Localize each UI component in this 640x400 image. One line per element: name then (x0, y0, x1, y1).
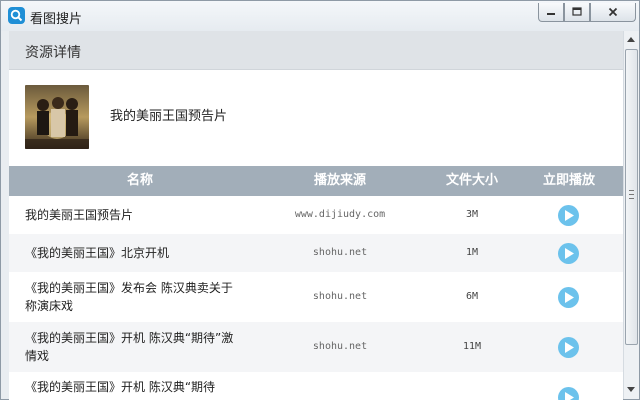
table-row[interactable]: 《我的美丽王国》发布会 陈汉典卖关于称演床戏 shohu.net 6M (9, 272, 623, 322)
row-source: shohu.net (312, 247, 368, 258)
row-name: 我的美丽王国预告片 (25, 208, 134, 222)
movie-poster-image[interactable] (25, 85, 89, 149)
row-source: www.dijiudy.com (294, 209, 386, 220)
table-row[interactable]: 《我的美丽王国》开机 陈汉典“期待”激情戏 shohu.net 11M (9, 322, 623, 372)
table-header: 名称 播放来源 文件大小 立即播放 (9, 166, 623, 196)
row-name: 《我的美丽王国》开机 陈汉典“期待 (25, 380, 216, 394)
column-header-play: 立即播放 (542, 173, 595, 188)
play-icon (565, 292, 574, 303)
minimize-icon (547, 13, 555, 15)
row-name: 《我的美丽王国》北京开机 (25, 246, 170, 260)
close-button[interactable] (590, 3, 636, 22)
row-source: shohu.net (312, 341, 368, 352)
play-icon (565, 210, 574, 221)
play-icon (565, 248, 574, 259)
play-button[interactable] (558, 205, 579, 226)
title-bar[interactable]: 看图搜片 (1, 1, 639, 31)
scroll-up-arrow-icon[interactable] (627, 37, 635, 42)
row-source: shohu.net (312, 291, 368, 302)
column-header-size: 文件大小 (445, 173, 498, 188)
table-row[interactable]: 《我的美丽王国》开机 陈汉典“期待 (9, 372, 623, 400)
table-row[interactable]: 《我的美丽王国》北京开机 shohu.net 1M (9, 234, 623, 272)
row-name: 《我的美丽王国》发布会 陈汉典卖关于称演床戏 (25, 281, 233, 313)
maximize-icon (572, 7, 582, 16)
scroll-down-arrow-icon[interactable] (627, 387, 635, 392)
resource-name: 我的美丽王国预告片 (110, 109, 228, 124)
play-button[interactable] (558, 287, 579, 308)
row-size: 3M (465, 209, 479, 220)
grip-icon (629, 190, 634, 199)
column-header-source: 播放来源 (313, 173, 366, 188)
app-logo-icon (8, 7, 25, 24)
section-header: 资源详情 (9, 31, 623, 70)
row-size: 6M (465, 291, 479, 302)
app-window: 看图搜片 资源详情 我的美丽王国预告片 名称 播放来源 文件大小 立即播放 我的… (0, 0, 640, 400)
section-title: 资源详情 (25, 45, 81, 61)
play-icon (565, 392, 574, 400)
window-title: 看图搜片 (30, 12, 83, 27)
play-button[interactable] (558, 337, 579, 358)
play-icon (565, 342, 574, 353)
play-button[interactable] (558, 243, 579, 264)
close-icon (608, 7, 618, 17)
play-button[interactable] (558, 387, 579, 400)
table-row[interactable]: 我的美丽王国预告片 www.dijiudy.com 3M (9, 196, 623, 234)
maximize-button[interactable] (564, 3, 590, 22)
minimize-button[interactable] (538, 3, 564, 22)
content-panel: 资源详情 我的美丽王国预告片 名称 播放来源 文件大小 立即播放 我的美丽王国预… (9, 31, 623, 400)
row-size: 1M (465, 247, 479, 258)
column-header-name: 名称 (126, 173, 153, 188)
scrollbar-thumb[interactable] (625, 49, 638, 345)
row-size: 11M (462, 341, 482, 352)
row-name: 《我的美丽王国》开机 陈汉典“期待”激情戏 (25, 331, 234, 363)
vertical-scrollbar[interactable] (623, 31, 639, 399)
